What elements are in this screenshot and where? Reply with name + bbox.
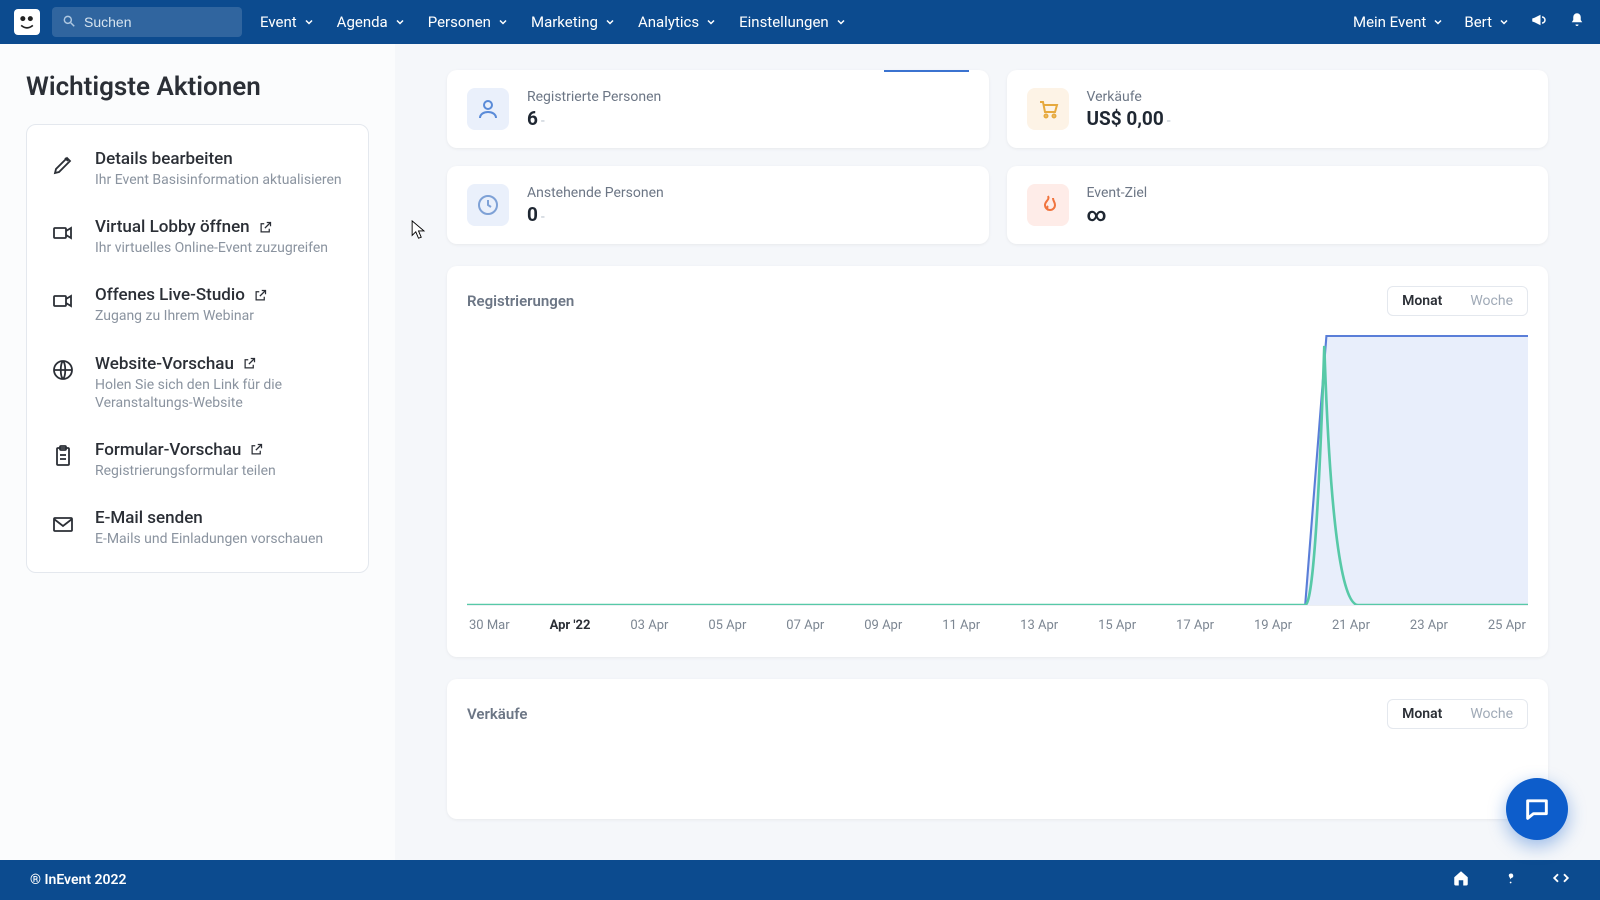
home-icon[interactable] [1452,869,1470,891]
footer-copyright: ® InEvent 2022 [30,872,127,888]
chart-plot-area [467,326,1528,606]
chevron-down-icon [1498,16,1510,28]
nav-personen[interactable]: Personen [428,13,509,31]
chat-fab[interactable] [1506,778,1568,840]
external-link-icon [258,220,273,235]
cart-icon [1027,88,1069,130]
time-toggle: Monat Woche [1387,699,1528,729]
action-sub-text: Ihr virtuelles Online-Event zuzugreifen [95,239,328,257]
stat-value: 6- [527,107,661,130]
action-title-text: Formular-Vorschau [95,440,241,460]
person-icon [467,88,509,130]
bell-icon[interactable] [1568,11,1586,33]
camera-icon [49,219,77,247]
stat-goal[interactable]: Event-Ziel ∞ [1007,166,1549,244]
action-title-text: Details bearbeiten [95,149,233,169]
action-live-studio[interactable]: Offenes Live-Studio Zugang zu Ihrem Webi… [33,271,362,339]
search-icon [62,13,84,32]
main-content: Registrierte Personen 6- Verkäufe US$ 0,… [395,44,1600,860]
main-nav: Event Agenda Personen Marketing Analytic… [260,13,847,31]
action-formular-vorschau[interactable]: Formular-Vorschau Registrierungsformular… [33,426,362,494]
toggle-week[interactable]: Woche [1456,287,1527,315]
action-website-vorschau[interactable]: Website-Vorschau Holen Sie sich den Link… [33,340,362,426]
external-link-icon [249,442,264,457]
globe-icon [49,356,77,384]
action-sub-text: Ihr Event Basisinformation aktualisieren [95,171,342,189]
chevron-down-icon [1432,16,1444,28]
nav-user[interactable]: Bert [1464,13,1510,31]
stat-registered[interactable]: Registrierte Personen 6- [447,70,989,148]
search-input[interactable] [84,14,232,30]
stat-sales[interactable]: Verkäufe US$ 0,00- [1007,70,1549,148]
nav-marketing[interactable]: Marketing [531,13,616,31]
chart-title: Registrierungen [467,292,574,310]
action-title-text: E-Mail senden [95,508,203,528]
nav-analytics[interactable]: Analytics [638,13,717,31]
topbar: Event Agenda Personen Marketing Analytic… [0,0,1600,44]
sidebar-title: Wichtigste Aktionen [26,72,369,102]
topbar-right: Mein Event Bert [1353,11,1586,33]
nav-my-event[interactable]: Mein Event [1353,13,1444,31]
action-title-text: Virtual Lobby öffnen [95,217,250,237]
chevron-down-icon [604,16,616,28]
external-link-icon [253,288,268,303]
action-email-senden[interactable]: E-Mail senden E-Mails und Einladungen vo… [33,494,362,562]
pencil-icon [49,151,77,179]
chart-registrations: Registrierungen Monat Woche 30 Mar Apr '… [447,266,1548,657]
time-toggle: Monat Woche [1387,286,1528,316]
mail-icon [49,510,77,538]
action-virtual-lobby[interactable]: Virtual Lobby öffnen Ihr virtuelles Onli… [33,203,362,271]
toggle-week[interactable]: Woche [1456,700,1527,728]
camera-icon [49,287,77,315]
action-sub-text: Registrierungsformular teilen [95,462,276,480]
stat-label: Registrierte Personen [527,89,661,105]
search-box[interactable] [52,7,242,37]
stat-label: Verkäufe [1087,89,1171,105]
stat-label: Event-Ziel [1087,185,1148,201]
clock-icon [467,184,509,226]
chevron-down-icon [303,16,315,28]
stat-pending[interactable]: Anstehende Personen 0- [447,166,989,244]
chevron-down-icon [705,16,717,28]
external-link-icon [242,356,257,371]
action-sub-text: E-Mails und Einladungen vorschauen [95,530,323,548]
footer: ® InEvent 2022 [0,860,1600,900]
logo[interactable] [14,9,40,35]
sidebar: Wichtigste Aktionen Details bearbeiten I… [0,44,395,860]
stat-value: US$ 0,00- [1087,107,1171,130]
help-icon[interactable] [1502,869,1520,891]
action-title-text: Website-Vorschau [95,354,234,374]
action-sub-text: Holen Sie sich den Link für die Veransta… [95,376,346,412]
stat-value: 0- [527,203,664,226]
megaphone-icon[interactable] [1530,11,1548,33]
toggle-month[interactable]: Monat [1388,700,1456,728]
stat-label: Anstehende Personen [527,185,664,201]
clipboard-icon [49,442,77,470]
chart-sales: Verkäufe Monat Woche [447,679,1548,819]
chart-title: Verkäufe [467,705,527,723]
chevron-down-icon [497,16,509,28]
chevron-down-icon [835,16,847,28]
chart-xaxis: 30 Mar Apr '22 03 Apr 05 Apr 07 Apr 09 A… [467,606,1528,633]
nav-agenda[interactable]: Agenda [337,13,406,31]
nav-einstellungen[interactable]: Einstellungen [739,13,847,31]
nav-event[interactable]: Event [260,13,315,31]
code-icon[interactable] [1552,869,1570,891]
action-sub-text: Zugang zu Ihrem Webinar [95,307,268,325]
stat-accent-line [884,70,969,72]
actions-card: Details bearbeiten Ihr Event Basisinform… [26,124,369,573]
stat-value: ∞ [1087,203,1148,226]
action-details-bearbeiten[interactable]: Details bearbeiten Ihr Event Basisinform… [33,135,362,203]
chevron-down-icon [394,16,406,28]
action-title-text: Offenes Live-Studio [95,285,245,305]
toggle-month[interactable]: Monat [1388,287,1456,315]
flame-icon [1027,184,1069,226]
